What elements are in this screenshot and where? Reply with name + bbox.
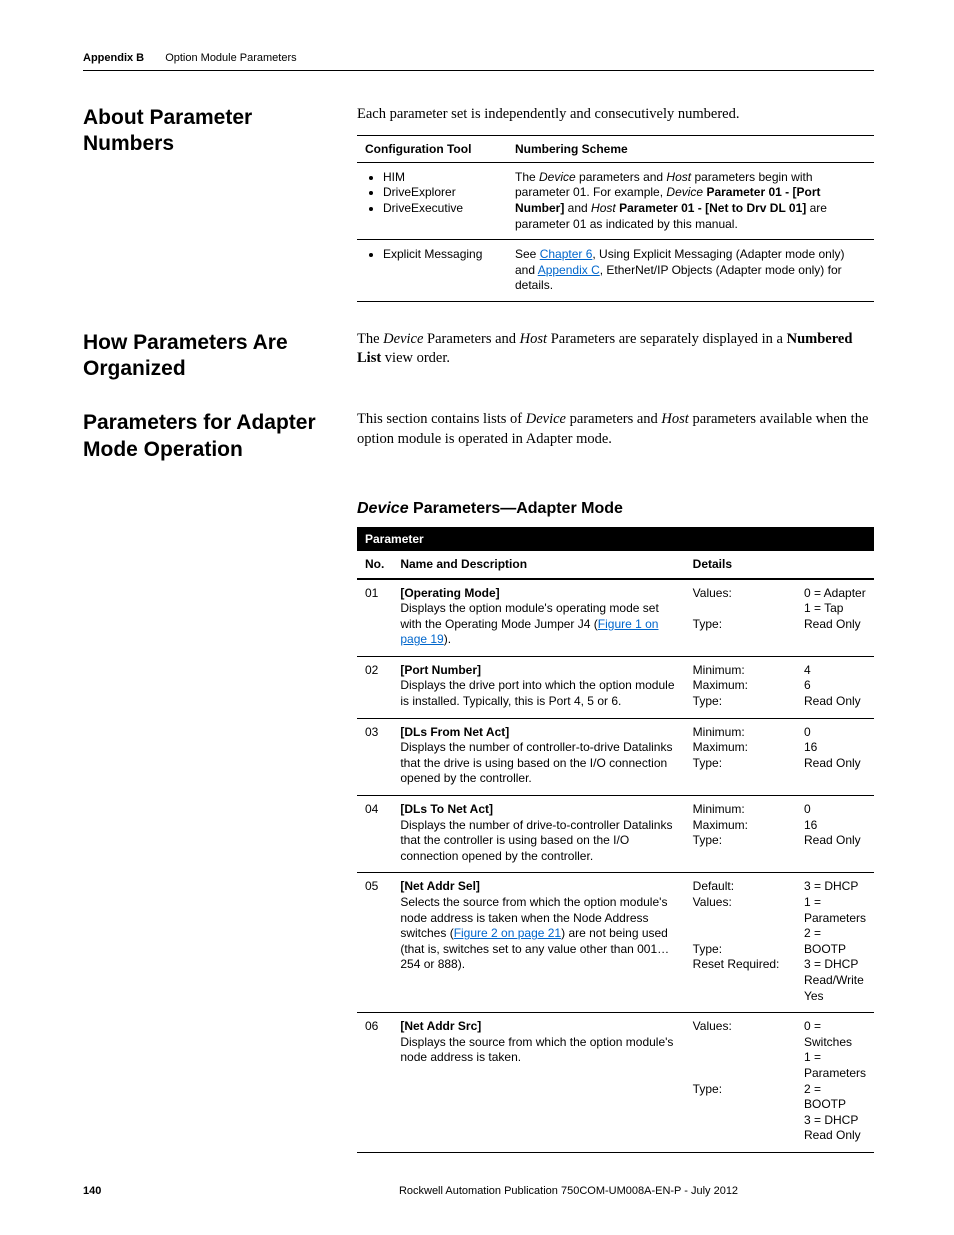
page-footer: 140 Rockwell Automation Publication 750C…: [83, 1185, 874, 1197]
cfg-tool-driveexplorer: DriveExplorer: [383, 185, 499, 201]
appendix-label: Appendix B: [83, 52, 144, 64]
link-figure-2[interactable]: Figure 2 on page 21: [454, 926, 561, 940]
s2-body: The Device Parameters and Host Parameter…: [357, 330, 874, 383]
section-title-organized: How Parameters Are Organized: [83, 330, 357, 383]
cfg-tool-explicit: Explicit Messaging: [383, 247, 499, 263]
param-detail-values: 0 16 Read Only: [796, 796, 874, 873]
param-name: [Net Addr Sel]: [400, 879, 480, 893]
param-detail-labels: Values: Type:: [685, 579, 796, 657]
param-row-04: 04 [DLs To Net Act] Displays the number …: [357, 796, 874, 873]
param-detail-labels: Default: Values: Type: Reset Required:: [685, 873, 796, 1013]
section-title-about: About Parameter Numbers: [83, 105, 357, 302]
cfg-th-scheme: Numbering Scheme: [507, 135, 874, 162]
param-detail-labels: Minimum: Maximum: Type:: [685, 718, 796, 795]
param-detail-values: 0 = Switches 1 = Parameters 2 = BOOTP 3 …: [796, 1013, 874, 1153]
param-detail-labels: Values: Type:: [685, 1013, 796, 1153]
param-name: [Net Addr Src]: [400, 1019, 481, 1033]
config-tool-table: Configuration Tool Numbering Scheme HIM …: [357, 135, 874, 302]
publication-id: Rockwell Automation Publication 750COM-U…: [263, 1185, 874, 1197]
cfg-scheme-1: The Device parameters and Host parameter…: [507, 162, 874, 239]
param-name: [DLs To Net Act]: [400, 802, 493, 816]
header-title: Option Module Parameters: [165, 52, 296, 64]
param-detail-labels: Minimum: Maximum: Type:: [685, 656, 796, 718]
pt-head-details: Details: [685, 551, 874, 578]
pt-head-name: Name and Description: [392, 551, 684, 578]
link-chapter-6[interactable]: Chapter 6: [540, 247, 593, 261]
param-detail-labels: Minimum: Maximum: Type:: [685, 796, 796, 873]
param-name: [DLs From Net Act]: [400, 725, 509, 739]
cfg-tool-driveexecutive: DriveExecutive: [383, 201, 499, 217]
pt-head-no: No.: [357, 551, 392, 578]
s3-body: This section contains lists of Device pa…: [357, 410, 874, 449]
param-detail-values: 0 16 Read Only: [796, 718, 874, 795]
cfg-row-2: Explicit Messaging See Chapter 6, Using …: [357, 240, 874, 302]
link-appendix-c[interactable]: Appendix C: [538, 263, 600, 277]
param-row-06: 06 [Net Addr Src] Displays the source fr…: [357, 1013, 874, 1153]
param-row-05: 05 [Net Addr Sel] Selects the source fro…: [357, 873, 874, 1013]
param-name: [Port Number]: [400, 663, 481, 677]
page-number: 140: [83, 1185, 263, 1197]
cfg-row-1: HIM DriveExplorer DriveExecutive The Dev…: [357, 162, 874, 239]
param-name: [Operating Mode]: [400, 586, 499, 600]
param-row-03: 03 [DLs From Net Act] Displays the numbe…: [357, 718, 874, 795]
param-detail-values: 0 = Adapter 1 = Tap Read Only: [796, 579, 874, 657]
cfg-th-tool: Configuration Tool: [357, 135, 507, 162]
param-row-02: 02 [Port Number] Displays the drive port…: [357, 656, 874, 718]
param-row-01: 01 [Operating Mode] Displays the option …: [357, 579, 874, 657]
device-parameters-table: Parameter No. Name and Description Detai…: [357, 527, 874, 1153]
cfg-tool-him: HIM: [383, 170, 499, 186]
pt-head-parameter: Parameter: [357, 527, 685, 551]
subsection-heading: Device Parameters—Adapter Mode: [357, 498, 874, 520]
cfg-scheme-2: See Chapter 6, Using Explicit Messaging …: [507, 240, 874, 302]
param-detail-values: 4 6 Read Only: [796, 656, 874, 718]
param-detail-values: 3 = DHCP 1 = Parameters 2 = BOOTP 3 = DH…: [796, 873, 874, 1013]
section-title-adapter: Parameters for Adapter Mode Operation: [83, 410, 357, 1153]
s1-intro: Each parameter set is independently and …: [357, 105, 874, 125]
running-header: Appendix B Option Module Parameters: [83, 52, 874, 71]
